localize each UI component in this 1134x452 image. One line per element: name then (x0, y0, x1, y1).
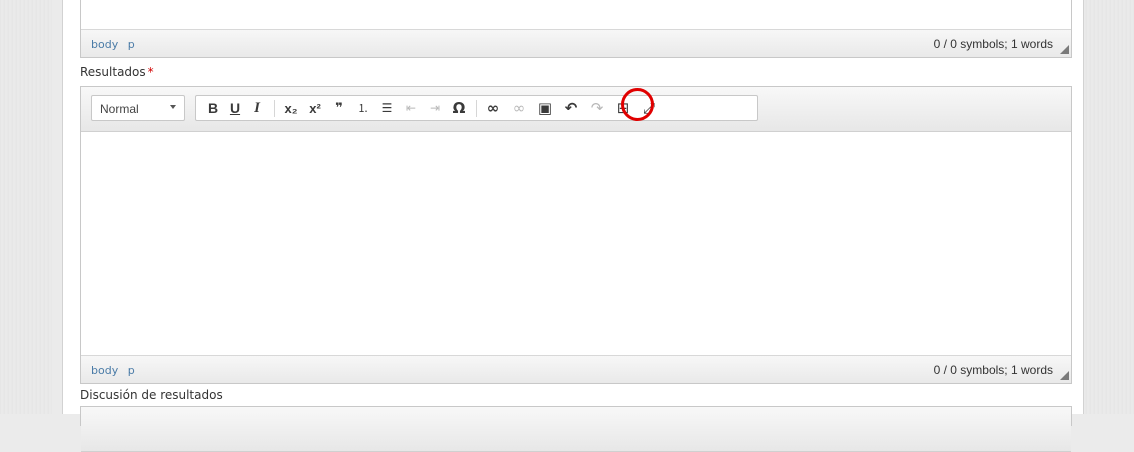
toolbar-separator (274, 100, 275, 117)
editor-toolbar: Normal B U I x₂ x² ❞ ⒈ ☰ ⇤ ⇥ Ω ∞ ∞ ▣ ↶ ↷… (81, 87, 1071, 132)
editor-discusion (80, 406, 1072, 452)
path-body[interactable]: body (91, 38, 118, 51)
editor-resultados-pathbar: body p 0 / 0 symbols; 1 words (81, 355, 1071, 383)
resize-handle-icon[interactable] (1060, 371, 1069, 380)
superscript-icon[interactable]: x² (304, 99, 326, 118)
page-margin-left (0, 0, 52, 414)
toolbar-group: B U I x₂ x² ❞ ⒈ ☰ ⇤ ⇥ Ω ∞ ∞ ▣ ↶ ↷ ⊞ ⤢ (195, 95, 758, 121)
word-count: 0 / 0 symbols; 1 words (933, 363, 1053, 377)
format-select[interactable]: Normal (91, 95, 185, 121)
element-path: body p (91, 38, 141, 51)
blockquote-icon[interactable]: ❞ (328, 99, 350, 118)
unlink-icon[interactable]: ∞ (508, 99, 530, 118)
path-body[interactable]: body (91, 364, 118, 377)
path-p[interactable]: p (128, 38, 135, 51)
editor-previous-pathbar: body p 0 / 0 symbols; 1 words (81, 29, 1071, 57)
image-icon[interactable]: ▣ (534, 99, 556, 118)
resultados-label: Resultados * (80, 65, 154, 79)
subscript-icon[interactable]: x₂ (280, 99, 302, 118)
redo-icon[interactable]: ↷ (586, 99, 608, 118)
outdent-icon[interactable]: ⇤ (400, 99, 422, 118)
resize-handle-icon[interactable] (1060, 45, 1069, 54)
omega-icon[interactable]: Ω (448, 99, 470, 118)
chevron-down-icon (170, 105, 176, 109)
link-icon[interactable]: ∞ (482, 99, 504, 118)
numbered-list-icon[interactable]: ⒈ (352, 99, 374, 118)
highlight-circle (621, 88, 654, 121)
path-p[interactable]: p (128, 364, 135, 377)
italic-icon[interactable]: I (246, 99, 268, 118)
form-page: body p 0 / 0 symbols; 1 words Resultados… (62, 0, 1084, 452)
underline-icon[interactable]: U (224, 99, 246, 118)
toolbar-separator (476, 100, 477, 117)
resultados-label-text: Resultados (80, 65, 146, 79)
undo-icon[interactable]: ↶ (560, 99, 582, 118)
editor-resultados-content[interactable] (81, 132, 1071, 351)
editor-previous: body p 0 / 0 symbols; 1 words (80, 0, 1072, 58)
indent-icon[interactable]: ⇥ (424, 99, 446, 118)
bold-icon[interactable]: B (202, 99, 224, 118)
editor-previous-content[interactable] (81, 0, 1071, 31)
discusion-label: Discusión de resultados (80, 388, 223, 402)
bulleted-list-icon[interactable]: ☰ (376, 99, 398, 118)
required-mark: * (147, 65, 154, 79)
word-count: 0 / 0 symbols; 1 words (933, 37, 1053, 51)
editor-resultados: Normal B U I x₂ x² ❞ ⒈ ☰ ⇤ ⇥ Ω ∞ ∞ ▣ ↶ ↷… (80, 86, 1072, 384)
format-select-value: Normal (100, 102, 139, 116)
element-path: body p (91, 364, 141, 377)
